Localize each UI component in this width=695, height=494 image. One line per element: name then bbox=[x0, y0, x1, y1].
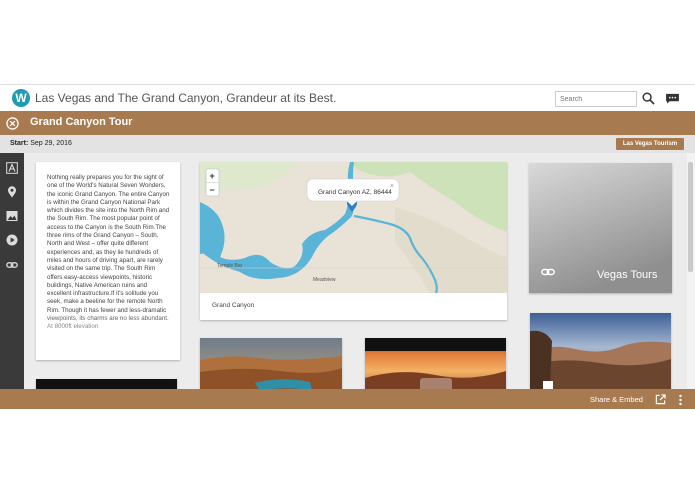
close-icon[interactable] bbox=[6, 117, 19, 130]
map-popup-close-icon[interactable]: × bbox=[390, 183, 394, 190]
search-input[interactable] bbox=[555, 91, 637, 107]
map-label-temple-bar: Temple Bar bbox=[217, 263, 243, 269]
video-icon[interactable] bbox=[6, 234, 18, 246]
image-icon[interactable] bbox=[6, 210, 18, 222]
start-date-value: Sep 29, 2016 bbox=[30, 140, 72, 147]
location-icon[interactable] bbox=[6, 186, 18, 198]
tour-title: Grand Canyon Tour bbox=[30, 116, 133, 128]
photo-card-canyon-view[interactable] bbox=[530, 313, 671, 389]
photo-card-canyon-lake[interactable] bbox=[200, 338, 342, 389]
zoom-out-button[interactable]: − bbox=[210, 185, 215, 195]
link-card-vegas-tours[interactable]: Vegas Tours bbox=[529, 163, 672, 293]
map-popup-text: Grand Canyon AZ, 86444 bbox=[318, 189, 392, 196]
tag-button[interactable]: Las Vegas Tourism bbox=[616, 138, 684, 150]
text-icon[interactable] bbox=[6, 162, 18, 174]
text-fade bbox=[36, 312, 180, 360]
share-embed-button[interactable]: Share & Embed bbox=[590, 395, 643, 404]
story-text: Nothing really prepares you for the sigh… bbox=[47, 174, 170, 330]
map-caption: Grand Canyon bbox=[212, 302, 255, 309]
start-label: Start: bbox=[10, 140, 29, 147]
link-card-title: Vegas Tours bbox=[597, 269, 658, 281]
app-title: Las Vegas and The Grand Canyon, Grandeur… bbox=[35, 91, 337, 105]
photo-card-dark[interactable] bbox=[36, 379, 177, 389]
map-view[interactable]: Grand Canyon AZ, 86444 × + − Temple Bar … bbox=[200, 162, 507, 293]
start-bar bbox=[0, 135, 695, 153]
zoom-in-button[interactable]: + bbox=[210, 171, 215, 181]
logo-icon[interactable]: W bbox=[12, 89, 30, 107]
more-icon[interactable] bbox=[678, 394, 683, 406]
share-icon[interactable] bbox=[655, 394, 666, 405]
video-card-sunset[interactable] bbox=[365, 338, 506, 389]
chat-icon[interactable] bbox=[665, 93, 680, 104]
link-icon bbox=[541, 268, 555, 276]
map-label-meadview: Meadview bbox=[313, 277, 336, 283]
map-card[interactable]: Grand Canyon AZ, 86444 × + − Temple Bar … bbox=[200, 162, 507, 320]
story-text-card[interactable]: Nothing really prepares you for the sigh… bbox=[36, 162, 180, 360]
scrollbar-thumb[interactable] bbox=[688, 162, 693, 272]
start-date: Start: Sep 29, 2016 bbox=[10, 140, 72, 147]
link-icon[interactable] bbox=[6, 259, 18, 271]
search-icon[interactable] bbox=[642, 92, 655, 105]
left-toolbar bbox=[0, 153, 24, 389]
